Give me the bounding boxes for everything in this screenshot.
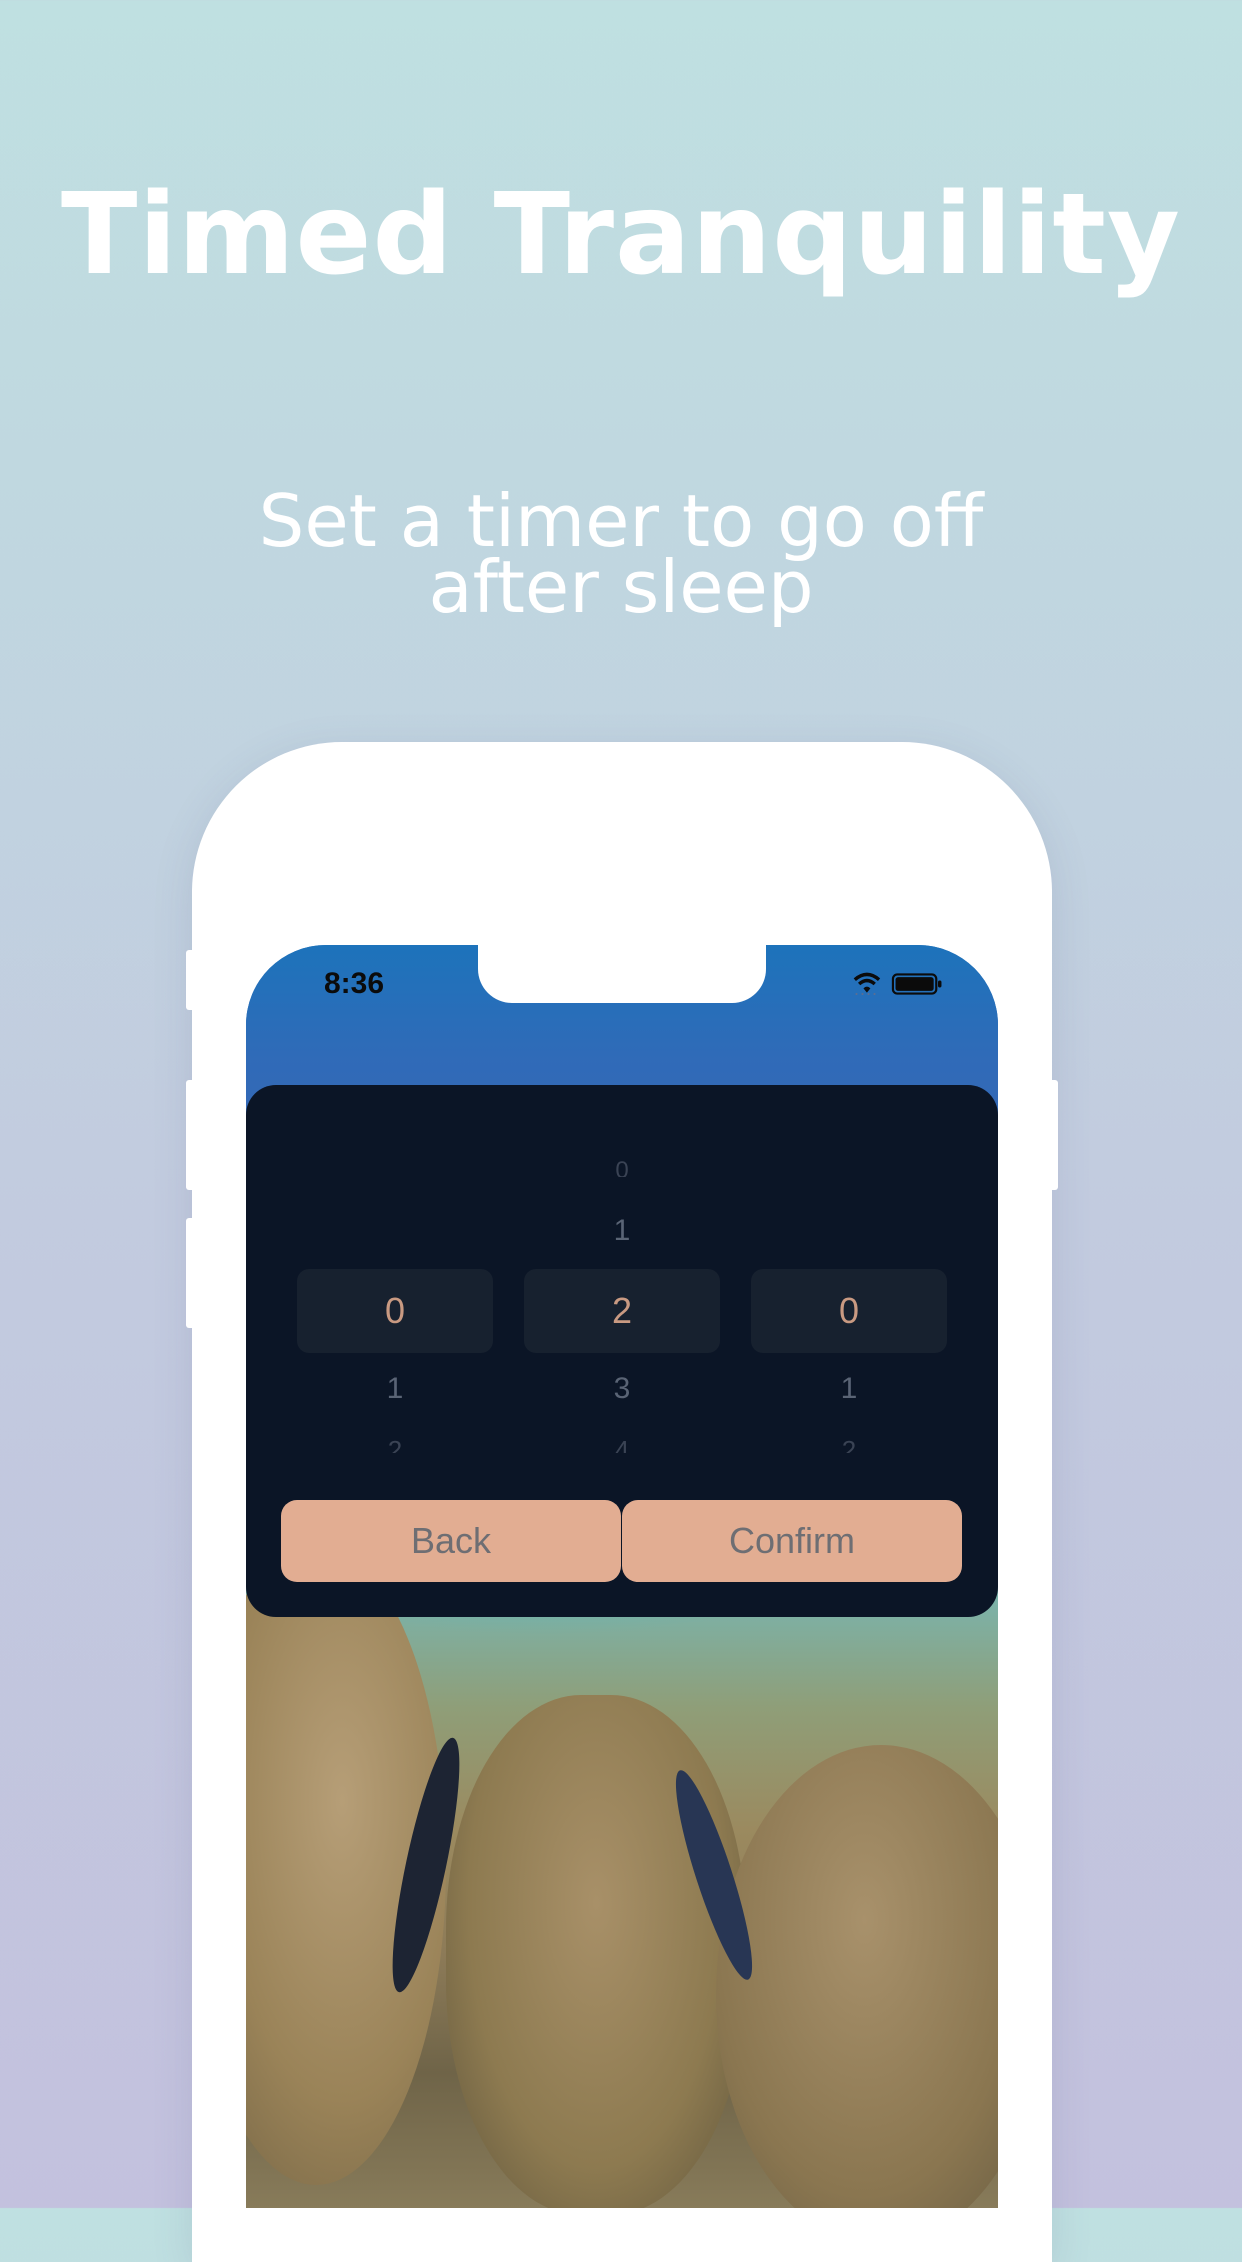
wheel-value[interactable]: 0 xyxy=(524,1157,720,1177)
wheel-value[interactable]: 2 xyxy=(297,1435,493,1453)
battery-icon xyxy=(891,973,942,995)
timer-picker-sheet: 0 1 2 0 1 2 3 4 0 1 2 Back Confirm xyxy=(246,1085,998,1617)
rock xyxy=(716,1745,998,2208)
wheel-selected-value[interactable]: 2 xyxy=(524,1290,720,1332)
wheel-value[interactable]: 4 xyxy=(524,1435,720,1453)
wheel-value[interactable]: 1 xyxy=(751,1372,947,1406)
status-time: 8:36 xyxy=(324,967,385,1000)
subheadline: Set a timer to go off after sleep xyxy=(258,479,984,629)
phone-volume-down-button xyxy=(186,1218,196,1328)
confirm-button[interactable]: Confirm xyxy=(622,1500,962,1582)
wheel-value[interactable]: 2 xyxy=(751,1435,947,1453)
wheel-value[interactable]: 1 xyxy=(297,1372,493,1406)
wifi-icon xyxy=(853,972,881,993)
status-icons xyxy=(853,972,942,995)
back-button[interactable]: Back xyxy=(281,1500,621,1582)
phone-volume-up-button xyxy=(186,1080,196,1190)
phone-side-button xyxy=(186,950,196,1010)
phone-power-button xyxy=(1048,1080,1058,1190)
wheel-value[interactable]: 3 xyxy=(524,1372,720,1406)
rock xyxy=(446,1695,746,2208)
wheel-value[interactable]: 1 xyxy=(524,1214,720,1248)
wheel-selected-value[interactable]: 0 xyxy=(297,1290,493,1332)
headline: Timed Tranquility xyxy=(61,170,1181,300)
wheel-selected-value[interactable]: 0 xyxy=(751,1290,947,1332)
phone-notch xyxy=(478,945,766,1003)
